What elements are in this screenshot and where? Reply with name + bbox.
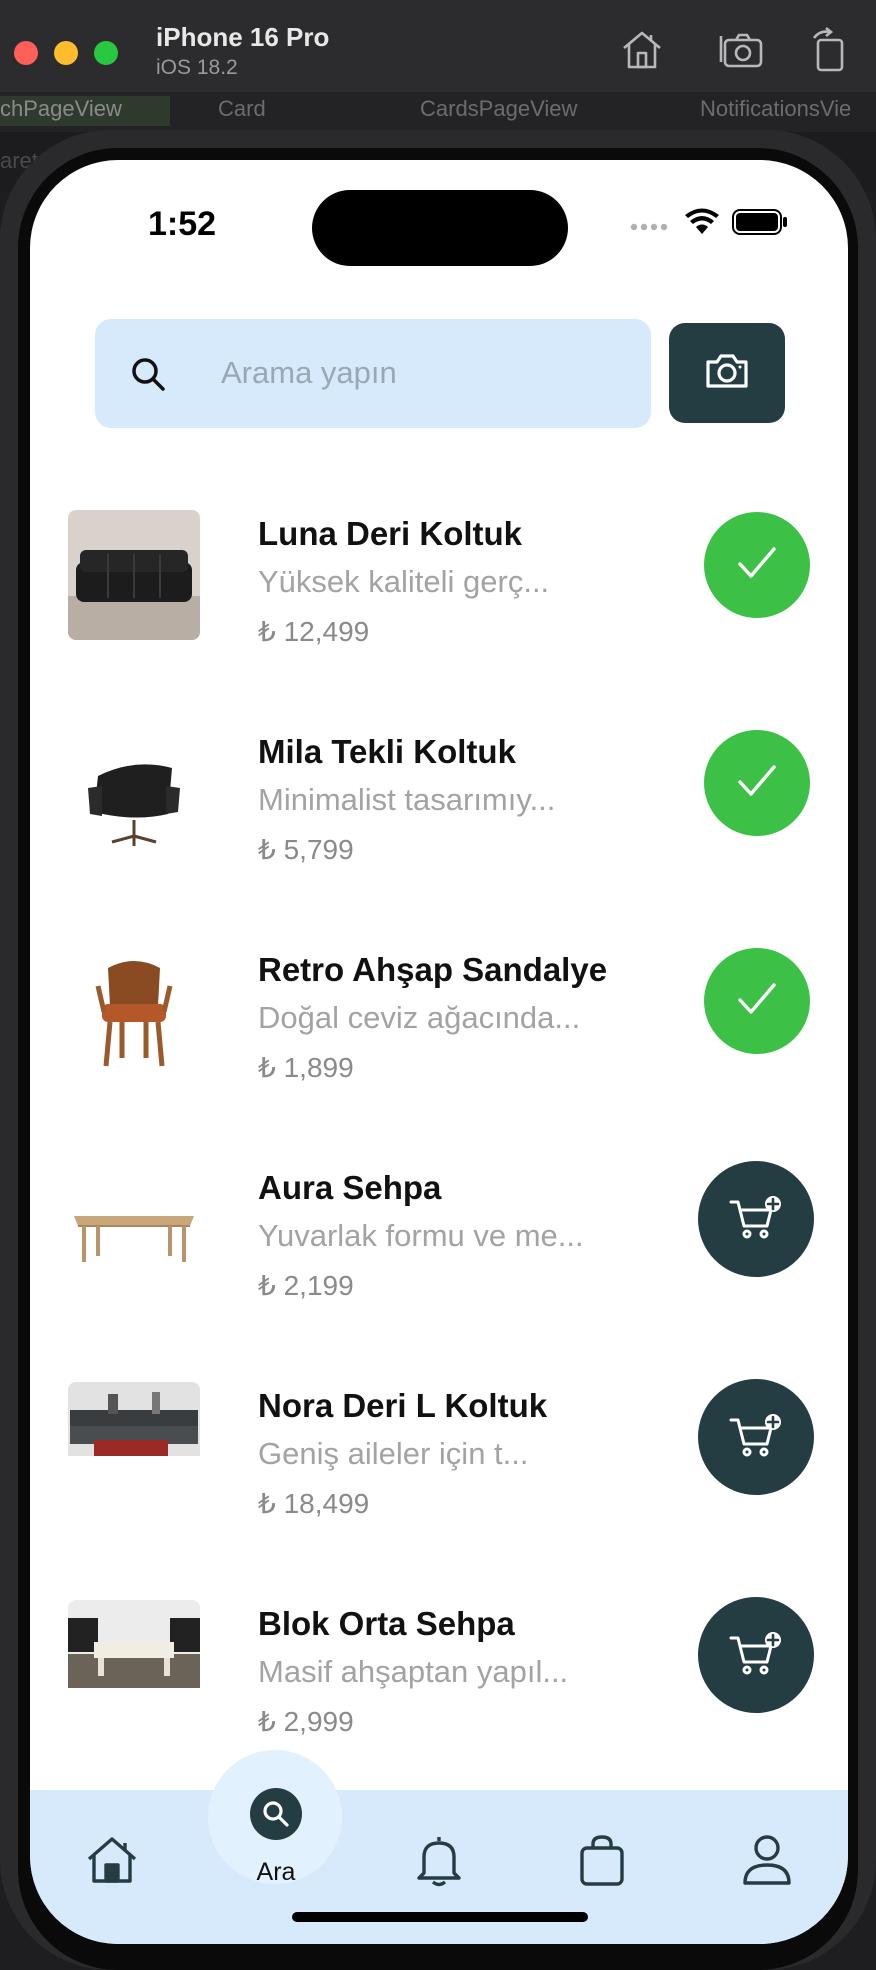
search-bar[interactable] <box>95 319 651 428</box>
device-name: iPhone 16 Pro <box>156 22 330 52</box>
home-icon <box>85 1835 139 1890</box>
tab-cart[interactable] <box>572 1832 632 1892</box>
product-name: Luna Deri Koltuk <box>258 515 523 552</box>
product-image <box>68 1164 200 1294</box>
product-row[interactable]: Nora Deri L Koltuk Geniş aileler için t.… <box>30 1352 848 1570</box>
added-to-cart-button[interactable] <box>704 948 810 1054</box>
wifi-icon <box>684 208 720 241</box>
product-image <box>68 1600 200 1730</box>
product-description: Doğal ceviz ağacında... <box>258 1000 581 1035</box>
status-time: 1:52 <box>148 205 217 243</box>
tab-home[interactable] <box>82 1832 142 1892</box>
rotate-icon[interactable] <box>806 26 854 74</box>
minimize-window-button[interactable] <box>54 41 78 65</box>
add-to-cart-button[interactable] <box>698 1379 814 1495</box>
home-icon[interactable] <box>618 26 666 74</box>
product-image <box>68 728 200 858</box>
home-indicator[interactable] <box>292 1912 588 1922</box>
product-price: ₺ 12,499 <box>258 616 370 647</box>
product-row[interactable]: Retro Ahşap Sandalye Doğal ceviz ağacınd… <box>30 916 848 1134</box>
background-tab: NotificationsVie <box>700 96 852 121</box>
dynamic-island <box>312 190 568 266</box>
cart-add-icon <box>729 1412 783 1463</box>
product-description: Geniş aileler için t... <box>258 1436 529 1471</box>
os-version: iOS 18.2 <box>156 56 238 79</box>
signal-icon <box>630 212 672 238</box>
checkmark-icon <box>737 764 777 803</box>
background-tab: CardsPageView <box>420 96 578 121</box>
camera-icon <box>704 352 750 395</box>
phone-screen: 1:52 Luna Deri Koltuk Yüksek kalite <box>30 160 848 1944</box>
background-tab: chPageView <box>0 96 170 126</box>
person-icon <box>741 1833 793 1892</box>
product-name: Aura Sehpa <box>258 1169 442 1206</box>
product-description: Yüksek kaliteli gerç... <box>258 564 550 599</box>
product-description: Masif ahşaptan yapıl... <box>258 1654 569 1689</box>
background-tab: Card <box>218 96 266 121</box>
product-name: Nora Deri L Koltuk <box>258 1387 548 1424</box>
battery-icon <box>732 209 788 240</box>
tab-notifications[interactable] <box>409 1832 469 1892</box>
product-image <box>68 946 200 1076</box>
search-input[interactable] <box>221 347 621 399</box>
add-to-cart-button[interactable] <box>698 1597 814 1713</box>
cart-add-icon <box>729 1194 783 1245</box>
bell-icon <box>414 1833 464 1892</box>
product-description: Yuvarlak formu ve me... <box>258 1218 584 1253</box>
product-description: Minimalist tasarımıy... <box>258 782 556 817</box>
add-to-cart-button[interactable] <box>698 1161 814 1277</box>
close-window-button[interactable] <box>14 41 38 65</box>
product-row[interactable]: Blok Orta Sehpa Masif ahşaptan yapıl... … <box>30 1570 848 1788</box>
product-price: ₺ 18,499 <box>258 1488 370 1519</box>
product-name: Retro Ahşap Sandalye <box>258 951 608 988</box>
product-name: Mila Tekli Koltuk <box>258 733 516 770</box>
tab-profile[interactable] <box>737 1832 797 1892</box>
product-price: ₺ 5,799 <box>258 834 354 865</box>
product-image <box>68 510 200 640</box>
product-price: ₺ 2,199 <box>258 1270 354 1301</box>
tab-search-label[interactable]: Ara <box>230 1858 322 1887</box>
status-indicators <box>630 208 788 241</box>
search-icon[interactable] <box>250 1788 302 1840</box>
product-row[interactable]: Mila Tekli Koltuk Minimalist tasarımıy..… <box>30 698 848 916</box>
cart-add-icon <box>729 1630 783 1681</box>
checkmark-icon <box>737 546 777 585</box>
product-image <box>68 1382 200 1512</box>
zoom-window-button[interactable] <box>94 41 118 65</box>
simulator-titlebar: iPhone 16 Pro iOS 18.2 <box>0 0 876 104</box>
added-to-cart-button[interactable] <box>704 730 810 836</box>
product-row[interactable]: Aura Sehpa Yuvarlak formu ve me... ₺ 2,1… <box>30 1134 848 1352</box>
search-icon <box>129 355 167 393</box>
product-name: Blok Orta Sehpa <box>258 1605 515 1642</box>
camera-search-button[interactable] <box>669 323 785 423</box>
product-price: ₺ 1,899 <box>258 1052 354 1083</box>
added-to-cart-button[interactable] <box>704 512 810 618</box>
screenshot-icon[interactable] <box>718 26 766 74</box>
background-editor-tabs: chPageView Card CardsPageView Notificati… <box>0 92 876 132</box>
checkmark-icon <box>737 982 777 1021</box>
product-price: ₺ 2,999 <box>258 1706 354 1737</box>
bag-icon <box>578 1834 626 1891</box>
product-row[interactable]: Luna Deri Koltuk Yüksek kaliteli gerç...… <box>30 480 848 698</box>
